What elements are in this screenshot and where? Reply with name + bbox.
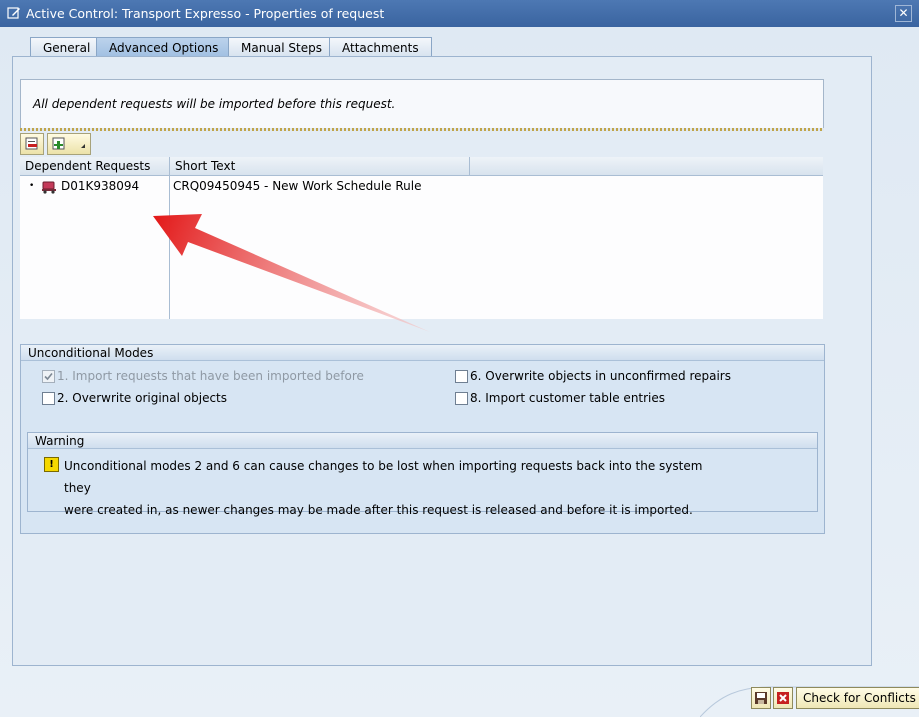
mode-1-label: 1. Import requests that have been import… [57, 369, 364, 383]
checkmark-icon [44, 372, 53, 381]
warning-line-2: were created in, as newer changes may be… [64, 503, 693, 517]
cancel-icon [777, 692, 789, 704]
mode-2-label: 2. Overwrite original objects [57, 391, 228, 405]
dependent-requests-grid: Dependent Requests Short Text • D01K9380… [20, 157, 823, 319]
warning-icon: ! [44, 457, 59, 472]
mode-8-checkbox[interactable] [455, 392, 468, 405]
remove-row-icon [25, 137, 38, 150]
tab-general[interactable]: General [30, 37, 104, 57]
unconditional-modes-title: Unconditional Modes [21, 345, 824, 361]
mode-2-checkbox[interactable] [42, 392, 55, 405]
edit-window-icon [7, 7, 20, 19]
add-row-button[interactable] [47, 133, 91, 155]
tab-advanced-options[interactable]: Advanced Options [96, 37, 232, 58]
window-title: Active Control: Transport Expresso - Pro… [26, 6, 385, 21]
splitter-handle[interactable] [20, 128, 824, 131]
mode-1-checkbox[interactable] [42, 370, 55, 383]
dialog-body: General Advanced Options Manual Steps At… [0, 27, 919, 717]
request-short-text: CRQ09450945 - New Work Schedule Rule [173, 179, 422, 193]
title-bar: Active Control: Transport Expresso - Pro… [0, 0, 919, 27]
column-header-dependent-requests[interactable]: Dependent Requests [20, 157, 170, 175]
remove-row-button[interactable] [20, 133, 44, 155]
add-row-icon [52, 137, 85, 150]
tab-manual-steps[interactable]: Manual Steps [228, 37, 335, 57]
warning-title: Warning [28, 433, 817, 449]
transport-truck-icon [42, 181, 56, 194]
info-message: All dependent requests will be imported … [33, 97, 396, 111]
warning-box: Warning ! Unconditional modes 2 and 6 ca… [27, 432, 818, 517]
mode-6-label: 6. Overwrite objects in unconfirmed repa… [470, 369, 731, 383]
advanced-options-panel: All dependent requests will be imported … [12, 56, 872, 666]
check-for-conflicts-button[interactable]: Check for Conflicts [796, 687, 919, 709]
info-box: All dependent requests will be imported … [20, 79, 824, 129]
tab-attachments[interactable]: Attachments [329, 37, 432, 57]
unconditional-modes-group: Unconditional Modes 1. Import requests t… [20, 344, 825, 534]
close-window-button[interactable]: ✕ [895, 5, 912, 22]
table-row[interactable]: • D01K938094 CRQ09450945 - New Work Sche… [20, 177, 823, 195]
warning-text: Unconditional modes 2 and 6 can cause ch… [64, 455, 724, 521]
save-button[interactable] [751, 687, 771, 709]
save-icon [755, 692, 767, 704]
warning-line-1: Unconditional modes 2 and 6 can cause ch… [64, 459, 703, 495]
mode-6-checkbox[interactable] [455, 370, 468, 383]
mode-8-label: 8. Import customer table entries [470, 391, 666, 405]
cancel-button[interactable] [773, 687, 793, 709]
column-header-short-text[interactable]: Short Text [170, 157, 470, 175]
column-divider [169, 176, 170, 319]
grid-header: Dependent Requests Short Text [20, 157, 823, 176]
tree-bullet: • [29, 181, 35, 191]
request-id[interactable]: D01K938094 [61, 177, 139, 195]
